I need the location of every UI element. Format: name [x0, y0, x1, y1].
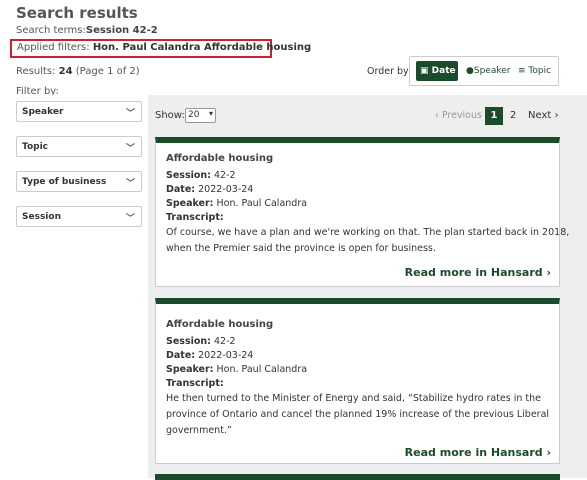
- read-more-link[interactable]: Read more in Hansard ›: [405, 266, 551, 279]
- results-page: (Page 1 of 2): [75, 66, 140, 77]
- session-label: Session:: [166, 170, 211, 181]
- search-terms-value: Session 42-2: [85, 25, 158, 36]
- read-more-link[interactable]: Read more in Hansard ›: [405, 446, 551, 459]
- date-value: 2022-03-24: [198, 350, 254, 361]
- date-value: 2022-03-24: [198, 184, 254, 195]
- order-by-date-button[interactable]: ▣ Date: [416, 61, 458, 81]
- result-card: Affordable housing Session: 42-2 Date: 2…: [155, 137, 569, 287]
- page-size-value: 20: [188, 110, 200, 120]
- applied-filters-label: Applied filters:: [17, 42, 90, 53]
- order-by-label: Order by:: [367, 66, 412, 77]
- next-page-link[interactable]: Next ›: [528, 110, 558, 121]
- card-transcript-label: Transcript:: [166, 212, 224, 223]
- transcript-line: Of course, we have a plan and we're work…: [166, 227, 570, 238]
- order-by-date-label: Date: [431, 66, 456, 76]
- calendar-icon: ▣: [420, 66, 429, 76]
- card-title: Affordable housing: [166, 153, 274, 164]
- card-session: Session: 42-2: [166, 170, 236, 181]
- card-speaker: Speaker: Hon. Paul Calandra: [166, 198, 307, 209]
- session-value: 42-2: [213, 336, 236, 347]
- previous-page-link[interactable]: ‹ Previous: [435, 110, 482, 121]
- chevron-down-icon: ﹀: [125, 179, 135, 189]
- person-icon: ●: [466, 66, 474, 76]
- chevron-down-icon: ﹀: [125, 144, 135, 154]
- page-title: Search results: [16, 4, 138, 22]
- chevron-down-icon: ▾: [208, 109, 213, 118]
- applied-filters: Applied filters: Hon. Paul Calandra Affo…: [10, 39, 311, 58]
- search-terms: Search terms:Session 42-2: [16, 25, 158, 36]
- list-icon: ≡: [518, 66, 526, 76]
- speaker-value: Hon. Paul Calandra: [216, 364, 308, 375]
- date-label: Date:: [166, 350, 196, 361]
- page-2-link[interactable]: 2: [510, 110, 516, 121]
- page-size-select[interactable]: 20 ▾: [185, 108, 216, 123]
- results-summary: Results: 24 (Page 1 of 2): [16, 66, 140, 77]
- page-1-button[interactable]: 1: [485, 107, 503, 125]
- session-label: Session:: [166, 336, 211, 347]
- order-by-group: ▣ Date ●Speaker ≡ Topic: [409, 56, 559, 86]
- session-filter-select[interactable]: Session ﹀: [16, 206, 142, 227]
- card-session: Session: 42-2: [166, 336, 236, 347]
- card-speaker: Speaker: Hon. Paul Calandra: [166, 364, 307, 375]
- order-by-speaker-label: Speaker: [473, 66, 511, 76]
- transcript-line: province of Ontario and cancel the plann…: [166, 409, 550, 420]
- order-by-speaker-button[interactable]: ●Speaker: [462, 61, 514, 81]
- chevron-down-icon: ﹀: [125, 109, 135, 119]
- transcript-line: when the Premier said the province is op…: [166, 243, 436, 254]
- results-count: 24: [58, 66, 73, 77]
- filter-sidebar: Speaker ﹀ Topic ﹀ Type of business ﹀ Sessio…: [6, 95, 148, 235]
- card-date: Date: 2022-03-24: [166, 350, 253, 361]
- result-card-partial: [155, 474, 560, 480]
- show-label: Show:: [155, 110, 185, 121]
- speaker-filter-select[interactable]: Speaker ﹀: [16, 101, 142, 122]
- topic-filter-label: Topic: [22, 142, 48, 152]
- type-of-business-filter-label: Type of business: [22, 177, 107, 187]
- speaker-label: Speaker:: [166, 364, 214, 375]
- transcript-line: government.”: [166, 425, 232, 436]
- speaker-filter-label: Speaker: [22, 107, 64, 117]
- applied-filters-value: Hon. Paul Calandra Affordable housing: [92, 42, 312, 53]
- session-filter-label: Session: [22, 212, 61, 222]
- type-of-business-filter-select[interactable]: Type of business ﹀: [16, 171, 142, 192]
- card-date: Date: 2022-03-24: [166, 184, 253, 195]
- speaker-label: Speaker:: [166, 198, 214, 209]
- result-card: Affordable housing Session: 42-2 Date: 2…: [155, 298, 560, 464]
- transcript-line: He then turned to the Minister of Energy…: [166, 393, 542, 404]
- chevron-down-icon: ﹀: [125, 214, 135, 224]
- search-terms-label: Search terms:: [16, 25, 86, 36]
- date-label: Date:: [166, 184, 196, 195]
- card-title: Affordable housing: [166, 319, 274, 330]
- card-transcript-label: Transcript:: [166, 378, 224, 389]
- speaker-value: Hon. Paul Calandra: [216, 198, 308, 209]
- order-by-topic-button[interactable]: ≡ Topic: [514, 61, 555, 81]
- session-value: 42-2: [213, 170, 236, 181]
- topic-filter-select[interactable]: Topic ﹀: [16, 136, 142, 157]
- results-label: Results:: [16, 66, 56, 77]
- order-by-topic-label: Topic: [528, 66, 552, 76]
